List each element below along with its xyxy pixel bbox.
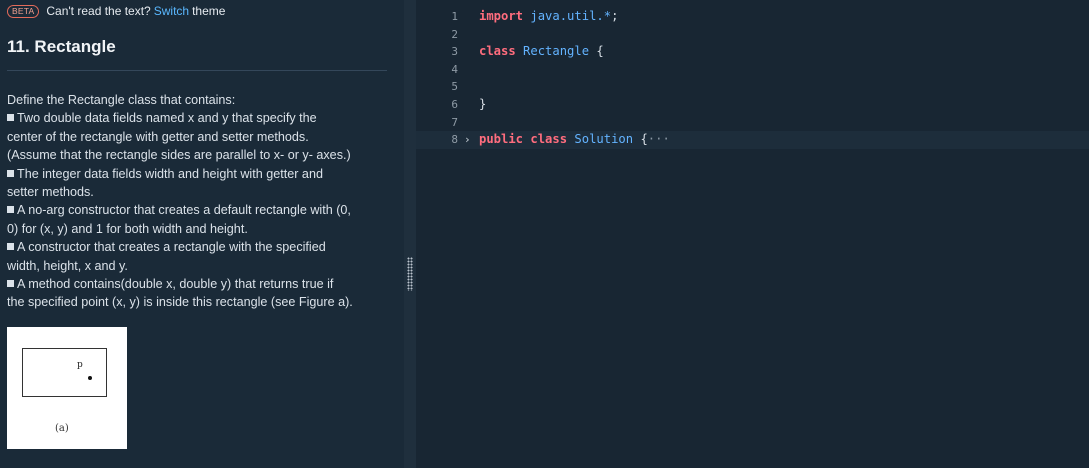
bullet-text: A method contains(double x, double y) th… [17,277,334,292]
problem-description: Define the Rectangle class that contains… [7,91,391,312]
switch-theme-link[interactable]: Switch [154,4,189,18]
figure-rectangle [22,348,107,397]
code-line[interactable]: 5 [416,78,1089,96]
figure-caption: (a) [55,423,69,434]
banner-suffix: theme [192,4,226,18]
code-line[interactable]: 6} [416,96,1089,114]
description-intro: Define the Rectangle class that contains… [7,93,236,107]
figure-point-label: p [77,360,83,370]
folded-ellipsis[interactable]: ··· [648,132,670,146]
code-text[interactable]: class Rectangle { [479,43,604,61]
bullet-line: Two double data fields named x and y tha… [7,109,391,127]
bullet-line: A method contains(double x, double y) th… [7,275,391,293]
line-number: 2 [451,27,458,41]
figure-a: p (a) [7,327,127,449]
bullet-line: A no-arg constructor that creates a defa… [7,201,391,219]
code-token: public [479,132,524,147]
bullet-line: width, height, x and y. [7,258,128,273]
line-number: 6 [451,97,458,111]
bullet-icon [7,243,14,251]
line-number: 5 [451,80,458,94]
code-line[interactable]: 1 import java.util.*; [416,8,1089,26]
bullet-text: A no-arg constructor that creates a defa… [17,203,351,218]
code-token: import [479,9,524,23]
problem-title: 11. Rectangle [7,37,116,56]
bullet-icon [7,169,14,177]
app-root: BETA Can't read the text? Switch theme 1… [0,0,1089,468]
bullet-text: Two double data fields named x and y tha… [17,111,317,126]
code-token: ; [611,9,619,23]
code-text[interactable]: } [479,96,486,114]
code-token: class [479,44,516,59]
code-line[interactable]: 2 [416,26,1089,44]
title-divider [7,70,387,71]
code-token: { [633,132,648,147]
bullet-line: 0) for (x, y) and 1 for both width and h… [7,221,248,236]
bullet-line: A constructor that creates a rectangle w… [7,238,391,256]
code-token: } [479,96,487,111]
bullet-line: center of the rectangle with getter and … [7,129,309,144]
bullet-icon [7,114,14,122]
pane-splitter[interactable] [404,0,416,468]
bullet-line: (Assume that the rectangle sides are par… [7,148,351,163]
code-token: Solution [574,132,634,147]
code-line[interactable]: 8 › public class Solution {··· [416,131,1089,149]
drag-handle-icon[interactable] [407,257,413,291]
problem-panel: BETA Can't read the text? Switch theme 1… [0,0,404,468]
bullet-line: setter methods. [7,185,94,200]
line-number: 7 [451,115,458,129]
line-number: 3 [451,45,458,59]
bullet-icon [7,280,14,288]
banner-text: Can't read the text? [46,4,151,18]
figure-point [88,376,92,380]
theme-banner: BETA Can't read the text? Switch theme [7,3,225,19]
code-line[interactable]: 3 class Rectangle { [416,43,1089,61]
fold-chevron-icon[interactable]: › [464,131,471,149]
bullet-text: A constructor that creates a rectangle w… [17,240,326,255]
code-token: java.util.* [530,9,612,23]
code-text[interactable]: public class Solution {··· [479,131,670,149]
code-token: { [589,44,604,59]
bullet-icon [7,206,14,214]
code-text[interactable]: import java.util.*; [479,8,618,26]
code-line[interactable]: 7 [416,114,1089,132]
code-token: class [530,132,568,147]
code-line[interactable]: 4 [416,61,1089,79]
bullet-line: The integer data fields width and height… [7,165,391,183]
line-number: 8 [451,133,458,147]
bullet-line: the specified point (x, y) is inside thi… [7,295,353,310]
beta-badge: BETA [7,4,40,18]
code-editor[interactable]: 1 import java.util.*; 2 3 class Rectangle {4… [416,0,1089,468]
line-number: 4 [451,62,458,76]
line-number: 1 [451,10,458,23]
bullet-text: The integer data fields width and height… [17,166,323,181]
code-token: Rectangle [523,44,590,59]
code-lines[interactable]: 1 import java.util.*; 2 3 class Rectangle {4… [416,8,1089,149]
